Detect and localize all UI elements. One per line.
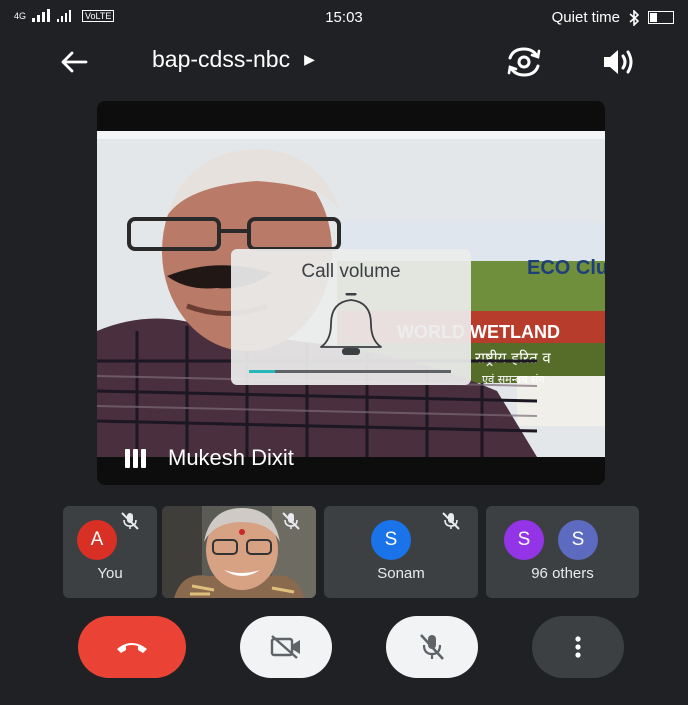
more-options-button[interactable] [532, 616, 624, 678]
switch-camera-button[interactable] [505, 46, 543, 83]
bell-icon [320, 293, 382, 355]
mic-off-icon [121, 512, 139, 530]
mic-off-icon [442, 512, 460, 530]
participant-tile-others[interactable]: S S 96 others [486, 506, 639, 598]
quiet-time-label: Quiet time [551, 9, 620, 26]
call-volume-title: Call volume [301, 261, 401, 282]
avatar: S [504, 520, 544, 560]
participant-tile-video[interactable] [162, 506, 316, 598]
speaker-name: Mukesh Dixit [168, 445, 294, 470]
banner-text-3: राष्ट्रीय हरित व [475, 349, 551, 367]
participant-strip: A You S Sonam S S 96 others [63, 506, 639, 598]
bluetooth-icon [629, 9, 640, 26]
volume-level [249, 370, 276, 373]
mic-off-icon [282, 512, 300, 530]
avatar: S [371, 520, 411, 560]
more-vert-icon [575, 636, 581, 658]
switch-camera-icon [507, 47, 541, 77]
volume-up-icon [604, 50, 633, 74]
avatar: S [558, 520, 598, 560]
status-bar: 4G VoLTE 15:03 Quiet time [0, 0, 688, 34]
mic-off-icon [420, 634, 444, 660]
meeting-header: bap-cdss-nbc ▶ [0, 38, 688, 86]
meeting-code: bap-cdss-nbc [152, 46, 291, 72]
camera-toggle-button[interactable] [240, 616, 332, 678]
back-button[interactable] [58, 46, 90, 83]
audio-level-icon [125, 448, 146, 468]
participant-tile-you[interactable]: A You [63, 506, 157, 598]
avatar: A [77, 520, 117, 560]
participant-tile-sonam[interactable]: S Sonam [324, 506, 478, 598]
microphone-toggle-button[interactable] [386, 616, 478, 678]
battery-icon [648, 11, 674, 24]
banner-text-1: ECO Club [527, 257, 605, 279]
status-right: Quiet time [552, 9, 674, 26]
call-volume-popup: Call volume [231, 249, 471, 385]
volume-slider[interactable] [249, 370, 451, 373]
active-speaker-label: Mukesh Dixit [125, 445, 294, 471]
play-arrow-icon: ▶ [304, 51, 315, 67]
end-call-icon [117, 643, 147, 653]
audio-output-button[interactable] [600, 46, 636, 83]
participant-name: 96 others [531, 565, 594, 582]
arrow-back-icon [61, 51, 88, 73]
call-controls [0, 616, 688, 680]
meeting-info-button[interactable]: bap-cdss-nbc ▶ [152, 46, 315, 73]
participant-name: You [97, 565, 123, 582]
participant-name: Sonam [377, 565, 425, 582]
end-call-button[interactable] [78, 616, 186, 678]
camera-off-icon [270, 635, 300, 659]
main-video-tile[interactable]: ECO Club WORLD WETLAND राष्ट्रीय हरित व … [97, 101, 605, 485]
